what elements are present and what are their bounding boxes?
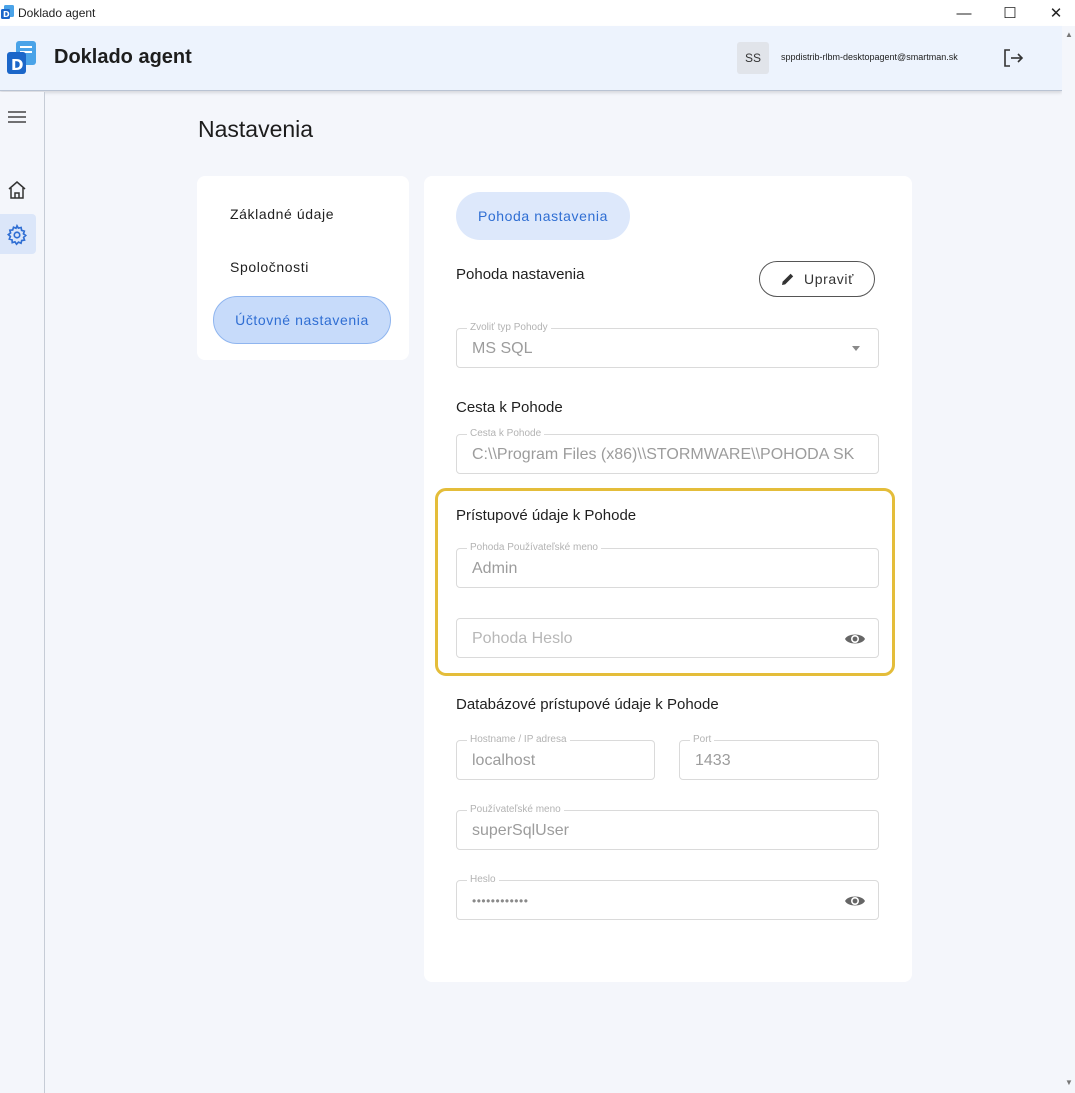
app-icon: D	[1, 5, 14, 19]
chevron-down-icon	[852, 346, 860, 351]
scroll-up-icon[interactable]: ▲	[1065, 30, 1073, 39]
maximize-button[interactable]: ☐	[990, 0, 1030, 26]
page-title: Nastavenia	[198, 116, 314, 142]
settings-menu: Základné údaje Spoločnosti Účtovné nasta…	[197, 176, 409, 360]
user-email: sppdistrib-rlbm-desktopagent@smartman.sk	[781, 52, 958, 62]
nav-settings[interactable]	[0, 214, 36, 254]
avatar[interactable]: SS	[737, 42, 769, 74]
db-username-label: Používateľské meno	[467, 804, 564, 815]
scrollbar[interactable]: ▲ ▼	[1062, 26, 1075, 1093]
pohoda-settings-card: Pohoda nastavenia Pohoda nastavenia Upra…	[424, 176, 912, 982]
pohoda-type-value: MS SQL	[472, 340, 533, 357]
window-titlebar: D Doklado agent — ☐ ✕	[0, 0, 1075, 26]
app-header: D Doklado agent SS sppdistrib-rlbm-deskt…	[0, 26, 1062, 91]
pohoda-type-label: Zvoliť typ Pohody	[467, 322, 551, 333]
close-button[interactable]: ✕	[1036, 0, 1075, 26]
settings-menu-item-accounting[interactable]: Účtovné nastavenia	[213, 296, 391, 344]
logout-icon[interactable]	[1001, 46, 1025, 70]
edit-button-label: Upraviť	[804, 271, 854, 287]
minimize-button[interactable]: —	[944, 0, 984, 26]
tab-pohoda-settings[interactable]: Pohoda nastavenia	[456, 192, 630, 240]
hostname-label: Hostname / IP adresa	[467, 734, 570, 745]
pohoda-username-input[interactable]: Pohoda Používateľské meno Admin	[456, 542, 879, 588]
section-title-access: Prístupové údaje k Pohode	[456, 507, 637, 524]
settings-menu-item-basic[interactable]: Základné údaje	[230, 206, 334, 222]
pohoda-username-label: Pohoda Používateľské meno	[467, 542, 601, 553]
pohoda-password-placeholder: Pohoda Heslo	[472, 630, 573, 647]
pohoda-username-value: Admin	[472, 560, 518, 577]
svg-text:D: D	[11, 56, 23, 74]
db-password-input[interactable]: Heslo ••••••••••••	[456, 874, 879, 920]
svg-text:D: D	[3, 10, 10, 19]
pohoda-path-value: C:\\Program Files (x86)\\STORMWARE\\POHO…	[472, 446, 855, 463]
gear-icon	[6, 224, 28, 246]
db-username-input[interactable]: Používateľské meno superSqlUser	[456, 804, 879, 850]
hostname-input[interactable]: Hostname / IP adresa localhost	[456, 734, 655, 780]
eye-icon[interactable]	[844, 891, 866, 911]
port-value: 1433	[695, 752, 731, 769]
settings-menu-item-companies[interactable]: Spoločnosti	[230, 259, 309, 275]
home-icon[interactable]	[6, 180, 28, 200]
hostname-value: localhost	[472, 752, 536, 769]
pencil-icon	[782, 273, 794, 285]
section-title-path: Cesta k Pohode	[456, 399, 563, 416]
pohoda-path-label: Cesta k Pohode	[467, 428, 545, 439]
app-name: Doklado agent	[54, 46, 192, 68]
port-label: Port	[690, 734, 715, 745]
pohoda-path-input[interactable]: Cesta k Pohode C:\\Program Files (x86)\\…	[456, 428, 879, 474]
port-input[interactable]: Port 1433	[679, 734, 879, 780]
eye-icon[interactable]	[844, 629, 866, 649]
db-password-value: ••••••••••••	[472, 894, 529, 908]
nav-rail	[0, 92, 45, 1093]
section-title-pohoda: Pohoda nastavenia	[456, 266, 585, 283]
app-logo: D	[7, 41, 36, 74]
pohoda-password-input[interactable]: Pohoda Heslo	[456, 618, 879, 658]
db-username-value: superSqlUser	[472, 822, 569, 839]
pohoda-type-select[interactable]: Zvoliť typ Pohody MS SQL	[456, 322, 879, 368]
db-password-label: Heslo	[467, 874, 499, 885]
window-title: Doklado agent	[18, 6, 96, 20]
scroll-down-icon[interactable]: ▼	[1065, 1078, 1073, 1087]
section-title-db: Databázové prístupové údaje k Pohode	[456, 696, 719, 713]
menu-icon[interactable]	[6, 108, 28, 126]
edit-button[interactable]: Upraviť	[759, 261, 875, 297]
